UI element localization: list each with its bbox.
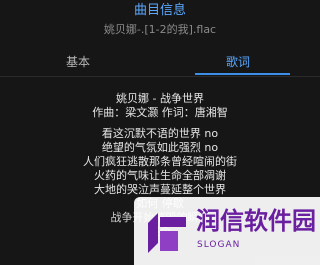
lyric-line: 大地的哭泣声蔓延整个世界 <box>94 183 226 196</box>
file-name: 姚贝娜-.[1-2的我].flac <box>103 23 217 36</box>
song-credits: 作曲：梁文灏 作词：唐湘智 <box>92 106 228 119</box>
song-title: 姚贝娜 - 战争世界 <box>116 92 204 105</box>
divider <box>0 76 320 77</box>
tab-bar: 基本 歌词 <box>0 50 320 76</box>
lyric-line: 火药的气味让生命全部凋谢 <box>94 169 226 182</box>
watermark-slogan: SLOGAN <box>197 240 241 250</box>
lyric-line: 看这沉默不语的世界 no <box>101 127 219 140</box>
watermark-brand: 润信软件园 <box>196 207 316 235</box>
tab-lyrics[interactable]: 歌词 <box>226 54 250 70</box>
tab-basic[interactable]: 基本 <box>66 54 90 70</box>
lyric-line: 绝望的气氛如此强烈 no <box>101 141 219 154</box>
active-tab-indicator <box>195 73 290 75</box>
watermark: 润信软件园 SLOGAN <box>134 197 320 265</box>
lyric-line: 人们疯狂逃散那条曾经喧闹的街 <box>83 155 237 168</box>
dialog-title: 曲目信息 <box>133 3 186 18</box>
watermark-logo-icon <box>148 213 186 253</box>
